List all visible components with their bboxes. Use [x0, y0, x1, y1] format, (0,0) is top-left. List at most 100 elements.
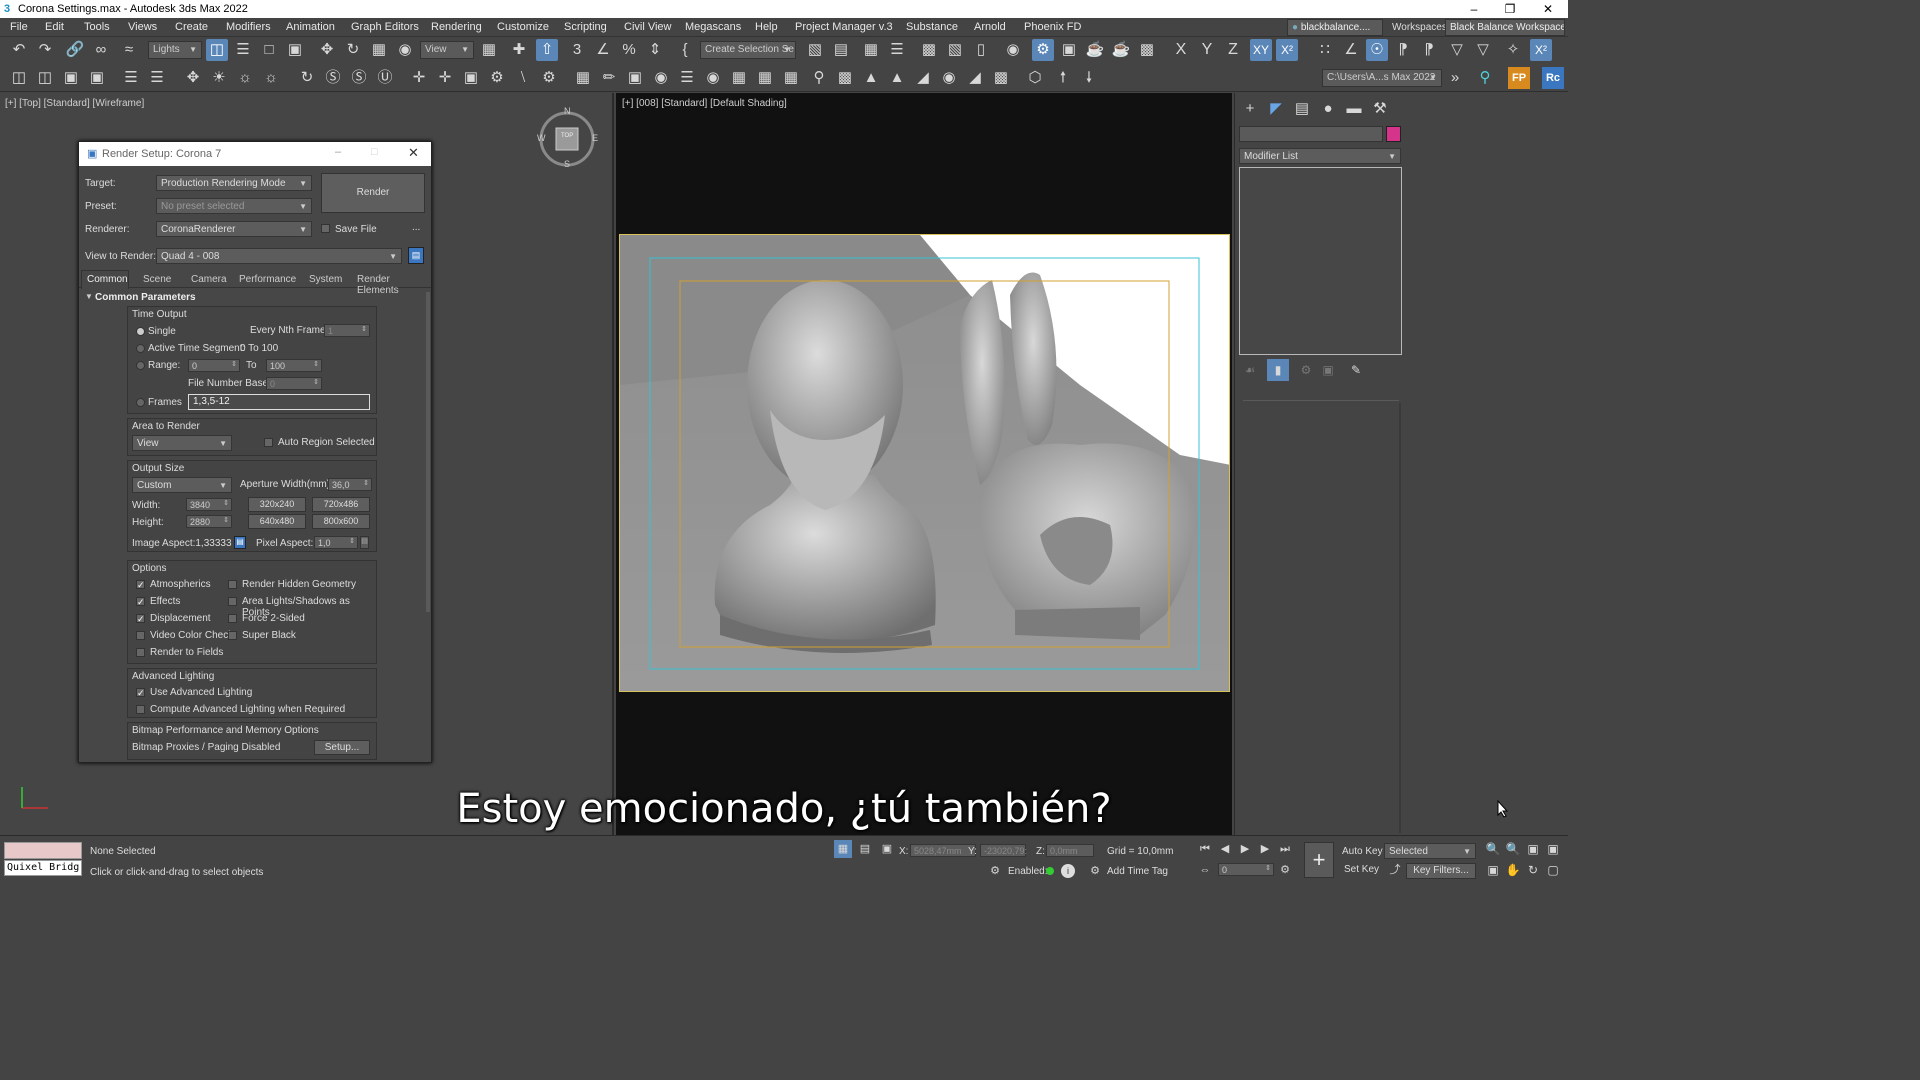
- shape-icon[interactable]: ◢: [964, 67, 986, 89]
- snap-vertex-icon[interactable]: ∠: [1340, 39, 1362, 61]
- u-tool-icon[interactable]: Ⓤ: [374, 67, 396, 89]
- dialog-scrollbar[interactable]: [426, 292, 430, 612]
- layer-explorer-icon[interactable]: ☰: [886, 39, 908, 61]
- edit-named-selection-icon[interactable]: {: [674, 39, 696, 61]
- key-mode-toggle-icon[interactable]: ⇔: [1196, 861, 1214, 879]
- scene-explorer-icon[interactable]: ▦: [860, 39, 882, 61]
- file-number-base-field[interactable]: 0 ⇕: [266, 377, 322, 390]
- create-tab-icon[interactable]: +: [1239, 98, 1261, 120]
- default-in-out-tangents-icon[interactable]: ⤴: [1386, 861, 1404, 879]
- more-tools-icon[interactable]: »: [1444, 67, 1466, 89]
- range-to-field[interactable]: 100 ⇕: [266, 359, 322, 372]
- preset-640x480-button[interactable]: 640x480: [248, 514, 306, 529]
- image-icon[interactable]: ▲: [860, 67, 882, 89]
- menu-create[interactable]: Create: [175, 21, 208, 33]
- rotate-tool-icon[interactable]: ↻: [296, 67, 318, 89]
- place-icon[interactable]: ◉: [394, 39, 416, 61]
- corner-icon[interactable]: ◢: [912, 67, 934, 89]
- use-advanced-lighting-checkbox[interactable]: ✓: [136, 688, 145, 698]
- pixel-aspect-field[interactable]: 1,0 ⇕: [314, 536, 358, 549]
- render-to-fields-checkbox[interactable]: [136, 648, 145, 657]
- zoom-all-icon[interactable]: 🔍: [1504, 840, 1522, 858]
- layers-stack-icon[interactable]: ☰: [146, 67, 168, 89]
- width-field[interactable]: 3840 ⇕: [186, 498, 232, 511]
- material-editor-icon[interactable]: ◉: [1002, 39, 1024, 61]
- dialog-title-bar[interactable]: ▣ Render Setup: Corona 7 – □ ✕: [79, 142, 431, 166]
- height-field[interactable]: 2880 ⇕: [186, 515, 232, 528]
- target-dropdown[interactable]: Production Rendering Mode ▼: [156, 175, 312, 191]
- preset-720x486-button[interactable]: 720x486: [312, 497, 370, 512]
- tool-icon[interactable]: ⚙: [486, 67, 508, 89]
- lamp-icon[interactable]: ▲: [886, 67, 908, 89]
- range-from-field[interactable]: 0 ⇕: [188, 359, 240, 372]
- curve-editor-icon[interactable]: ▧: [944, 39, 966, 61]
- frames-input[interactable]: 1,3,5-12: [188, 394, 370, 410]
- pan-view-icon[interactable]: ✋: [1504, 861, 1522, 879]
- tab-performance[interactable]: Performance: [239, 274, 296, 285]
- camera-icon[interactable]: ▩: [990, 67, 1012, 89]
- display-tab-icon[interactable]: ▬: [1343, 98, 1365, 120]
- mask-icon[interactable]: ◉: [938, 67, 960, 89]
- maxscript-listener-mini[interactable]: [4, 842, 82, 859]
- dialog-maximize-button[interactable]: □: [371, 146, 378, 158]
- bitmap-setup-button[interactable]: Setup...: [314, 740, 370, 755]
- trash-icon[interactable]: ▣: [460, 67, 482, 89]
- named-selection-dropdown[interactable]: Create Selection Se ▼: [700, 41, 796, 59]
- undo-icon[interactable]: ↶: [8, 39, 30, 61]
- preset-800x600-button[interactable]: 800x600: [312, 514, 370, 529]
- preset-dropdown[interactable]: No preset selected ▼: [156, 198, 312, 214]
- add-time-tag-icon[interactable]: ⚙: [1086, 862, 1104, 880]
- grid3-icon[interactable]: ▦: [780, 67, 802, 89]
- force-2-sided-checkbox[interactable]: [228, 614, 237, 623]
- save-file-browse-button[interactable]: ...: [412, 222, 420, 233]
- script-listener-input[interactable]: Quixel Bridg: [4, 860, 82, 876]
- spinner-snap-icon[interactable]: ⇕: [644, 39, 666, 61]
- set-key-big-icon[interactable]: +: [1304, 842, 1334, 878]
- auto-key-button[interactable]: Auto Key: [1342, 846, 1383, 857]
- rc-plugin-icon[interactable]: Rc: [1542, 67, 1564, 89]
- axis-y-button[interactable]: Y: [1196, 39, 1218, 61]
- lock-view-icon[interactable]: ▤: [408, 247, 424, 264]
- render-hidden-geometry-checkbox[interactable]: [228, 580, 237, 589]
- x-coordinate-field[interactable]: 5028,47mm: [910, 844, 976, 857]
- render-setup-icon[interactable]: ⚙: [1032, 39, 1054, 61]
- project-folder-dropdown[interactable]: C:\Users\A...s Max 2022 ▼: [1322, 69, 1442, 87]
- percent-snap-icon[interactable]: %: [618, 39, 640, 61]
- rollout-collapse-icon[interactable]: ▼: [85, 292, 93, 301]
- region-select-icon[interactable]: □: [258, 39, 280, 61]
- show-end-result-icon[interactable]: ▮: [1267, 359, 1289, 381]
- enabled-indicator[interactable]: [1046, 867, 1054, 875]
- layer-new-icon[interactable]: ◫: [8, 67, 30, 89]
- menu-edit[interactable]: Edit: [45, 21, 64, 33]
- render-in-cloud-icon[interactable]: ▩: [1136, 39, 1158, 61]
- menu-civil-view[interactable]: Civil View: [624, 21, 671, 33]
- menu-scripting[interactable]: Scripting: [564, 21, 607, 33]
- snap-toggle-icon[interactable]: 3: [566, 39, 588, 61]
- modifier-stack[interactable]: [1239, 167, 1402, 355]
- paperclip-icon[interactable]: ✥: [182, 67, 204, 89]
- dialog-close-button[interactable]: ✕: [408, 145, 419, 161]
- previous-frame-icon[interactable]: ◀: [1216, 840, 1234, 858]
- monitor-icon[interactable]: ▩: [834, 67, 856, 89]
- make-unique-icon[interactable]: ⚙: [1295, 359, 1317, 381]
- motion-tab-icon[interactable]: ●: [1317, 98, 1339, 120]
- snap-options-icon[interactable]: ✧: [1502, 39, 1524, 61]
- isolate-selection-icon[interactable]: ▦: [834, 840, 852, 858]
- unlink-icon[interactable]: ∞: [90, 39, 112, 61]
- account-dropdown[interactable]: ● blackbalance....: [1287, 19, 1383, 36]
- time-config-icon[interactable]: ⚙: [1276, 861, 1294, 879]
- select-object-icon[interactable]: ◫: [206, 39, 228, 61]
- rotate-icon[interactable]: ↻: [342, 39, 364, 61]
- grid-icon[interactable]: ▦: [728, 67, 750, 89]
- menu-phoenix-fd[interactable]: Phoenix FD: [1024, 21, 1081, 33]
- axis-z-button[interactable]: Z: [1222, 39, 1244, 61]
- menu-views[interactable]: Views: [128, 21, 157, 33]
- menu-project-manager[interactable]: Project Manager v.3: [795, 21, 893, 33]
- dialog-minimize-button[interactable]: –: [335, 146, 341, 158]
- render-iterative-icon[interactable]: ☕: [1110, 39, 1132, 61]
- globe-icon[interactable]: ◉: [650, 67, 672, 89]
- single-radio[interactable]: [136, 327, 145, 336]
- s-tool-icon[interactable]: Ⓢ: [348, 67, 370, 89]
- sweep-icon[interactable]: ✛: [434, 67, 456, 89]
- add-time-tag-label[interactable]: Add Time Tag: [1107, 866, 1168, 877]
